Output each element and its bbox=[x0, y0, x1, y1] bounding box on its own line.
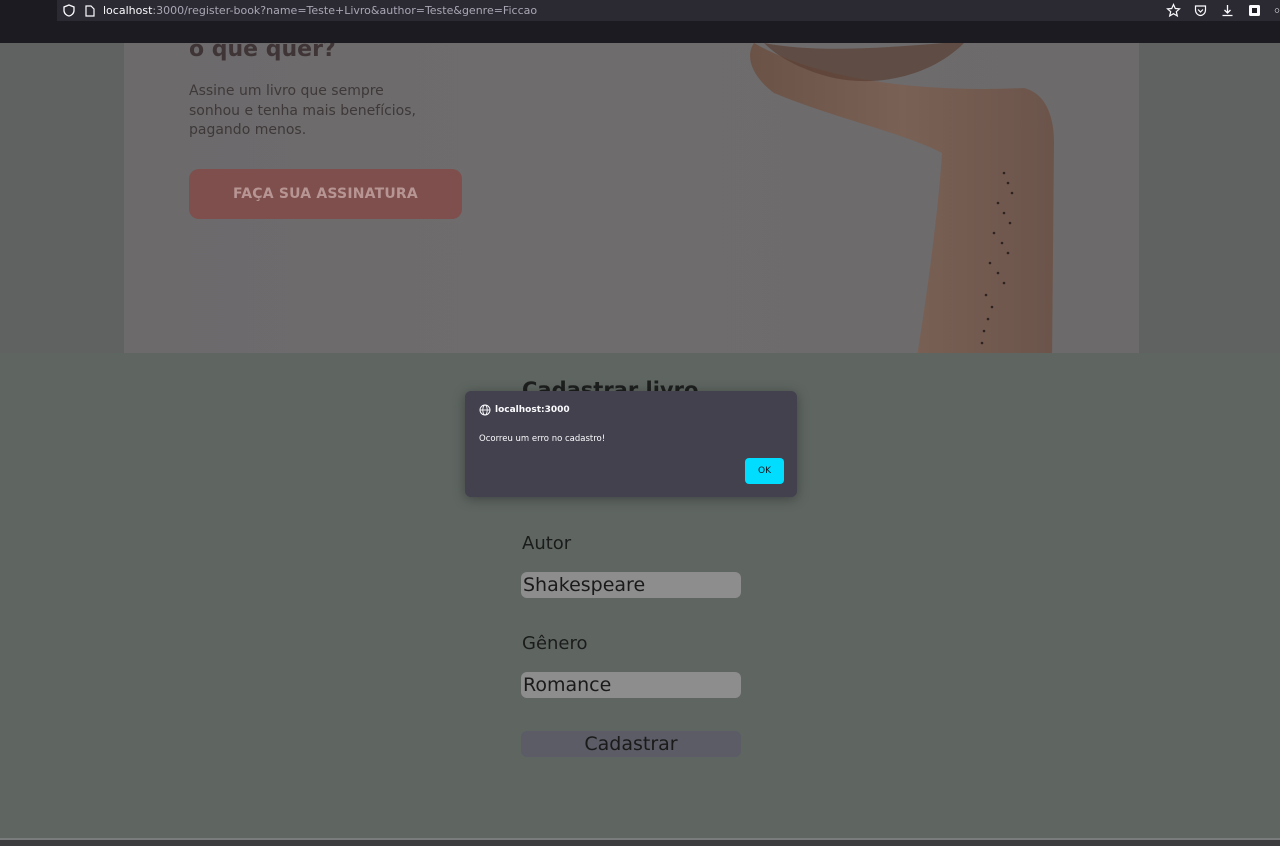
extension-icon[interactable] bbox=[1247, 3, 1262, 18]
ok-button[interactable]: OK bbox=[745, 458, 784, 484]
alert-dialog: localhost:3000 Ocorreu um erro no cadast… bbox=[465, 391, 797, 497]
menu-icon[interactable] bbox=[1274, 3, 1280, 18]
register-button[interactable]: Cadastrar bbox=[521, 731, 741, 757]
hero-banner: o que quer? Assine um livro que sempre s… bbox=[0, 43, 1280, 353]
genre-label: Gênero bbox=[522, 633, 588, 654]
url-text[interactable]: localhost:3000/register-book?name=Teste+… bbox=[103, 4, 537, 17]
dialog-origin-text: localhost:3000 bbox=[495, 405, 570, 415]
download-icon[interactable] bbox=[1220, 3, 1235, 18]
hero-subtitle: Assine um livro que sempre sonhou e tenh… bbox=[189, 83, 416, 138]
subscribe-button[interactable]: FAÇA SUA ASSINATURA bbox=[189, 169, 462, 219]
genre-input[interactable]: Romance bbox=[521, 672, 741, 698]
author-label: Autor bbox=[522, 533, 572, 554]
author-input[interactable]: Shakespeare bbox=[521, 572, 741, 598]
dialog-origin: localhost:3000 bbox=[479, 404, 570, 416]
dialog-message: Ocorreu um erro no cadastro! bbox=[479, 434, 606, 444]
hero-card: o que quer? Assine um livro que sempre s… bbox=[124, 43, 1139, 353]
shield-icon[interactable] bbox=[63, 4, 75, 17]
browser-toolbar: localhost:3000/register-book?name=Teste+… bbox=[0, 0, 1280, 43]
url-path: :3000/register-book?name=Teste+Livro&aut… bbox=[152, 4, 538, 17]
hand-arm-illustration bbox=[750, 43, 1054, 353]
page: localhost:3000/register-book?name=Teste+… bbox=[0, 0, 1280, 846]
page-icon bbox=[85, 4, 95, 17]
globe-icon bbox=[479, 404, 491, 416]
hero-title: o que quer? bbox=[189, 43, 336, 62]
url-host: localhost bbox=[103, 4, 153, 17]
star-icon[interactable] bbox=[1166, 3, 1181, 18]
address-bar[interactable]: localhost:3000/register-book?name=Teste+… bbox=[57, 0, 1280, 21]
bottom-divider bbox=[0, 838, 1280, 840]
pocket-icon[interactable] bbox=[1193, 3, 1208, 18]
